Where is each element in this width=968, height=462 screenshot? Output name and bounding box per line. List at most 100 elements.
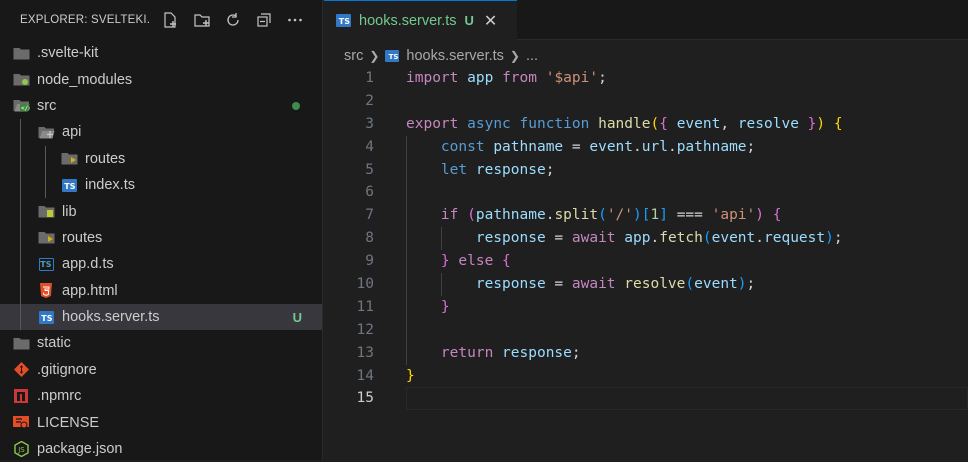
explorer-item-label: static	[37, 335, 71, 352]
code-token: (	[702, 230, 712, 247]
code-line: 9 } else {	[324, 250, 968, 273]
routes-folder-icon	[37, 230, 55, 246]
line-number: 9	[365, 253, 374, 270]
code-line: 14}	[324, 365, 968, 388]
explorer-item-npmrc[interactable]: .npmrc	[0, 383, 322, 409]
license-icon	[12, 415, 30, 431]
code-token: [	[641, 207, 651, 224]
code-token: )	[825, 230, 834, 247]
explorer-item-routes[interactable]: routes	[0, 225, 322, 251]
node-folder-icon	[12, 72, 30, 88]
explorer-item-package-json[interactable]: JS package.json	[0, 436, 322, 462]
indent-guide	[20, 119, 21, 331]
code-token: ===	[667, 207, 712, 224]
line-number: 1	[365, 70, 374, 86]
line-number: 10	[356, 276, 374, 293]
code-line: 11 }	[324, 296, 968, 319]
code-token: (	[685, 276, 695, 293]
indent-guide	[45, 145, 46, 199]
npm-icon	[12, 388, 30, 404]
code-text	[406, 387, 968, 411]
new-file-icon[interactable]	[160, 10, 180, 30]
code-token: .	[667, 138, 677, 155]
explorer-item-svelte-kit[interactable]: .svelte-kit	[0, 40, 322, 66]
code-token: ,	[720, 115, 738, 132]
explorer-item-gitignore[interactable]: .gitignore	[0, 357, 322, 383]
code-text: import app from '$api';	[406, 67, 968, 90]
breadcrumb-file[interactable]: hooks.server.ts	[406, 48, 504, 64]
code-text: return response;	[406, 342, 968, 365]
line-number: 13	[356, 344, 374, 361]
code-editor[interactable]: 1 import app from '$api'; 2 3 export async f…	[324, 67, 968, 411]
typescript-icon: TS	[60, 177, 78, 193]
code-token: event	[694, 276, 738, 293]
code-token: ;	[833, 230, 843, 247]
code-token: let	[440, 161, 468, 178]
code-text: }	[406, 296, 968, 319]
close-icon[interactable]: ✕	[484, 11, 497, 31]
code-token: export	[406, 115, 459, 132]
breadcrumb-folder[interactable]: src	[344, 48, 363, 64]
code-token: url	[641, 138, 668, 155]
new-folder-icon[interactable]	[192, 10, 212, 30]
explorer-item-index-ts[interactable]: TS index.ts	[0, 172, 322, 198]
explorer-item-api[interactable]: api	[0, 119, 322, 145]
explorer-item-static[interactable]: static	[0, 330, 322, 356]
code-line: 10 response = await resolve(event);	[324, 273, 968, 296]
code-token: 'api'	[711, 207, 756, 224]
folder-icon	[12, 335, 30, 351]
chevron-right-icon: ❯	[509, 49, 520, 63]
explorer-item-lib[interactable]: lib	[0, 198, 322, 224]
explorer-item-label: node_modules	[37, 71, 133, 88]
code-token: '/'	[606, 207, 634, 224]
code-token: request	[764, 230, 826, 247]
code-token: const	[440, 138, 485, 155]
folder-icon	[12, 45, 30, 61]
code-text: let response;	[406, 159, 968, 182]
explorer-item-hooks-server-ts[interactable]: TS hooks.server.ts U	[0, 303, 322, 331]
code-token: ;	[746, 276, 756, 293]
code-token: {	[659, 115, 668, 132]
code-line: 12	[324, 319, 968, 342]
refresh-icon[interactable]	[223, 10, 243, 30]
tab-hooks-server-ts[interactable]: TS hooks.server.ts U ✕	[324, 0, 517, 40]
code-line: 3 export async function handle({ event, r…	[324, 113, 968, 136]
explorer-item-app-html[interactable]: app.html	[0, 278, 322, 304]
code-line: 1 import app from '$api';	[324, 67, 968, 90]
explorer-item-src[interactable]: </> src	[0, 93, 322, 119]
code-token: event	[589, 138, 634, 155]
code-token: )	[633, 207, 642, 224]
code-token: event	[711, 230, 756, 247]
explorer-item-node-modules[interactable]: node_modules	[0, 66, 322, 92]
code-token: import	[406, 70, 459, 86]
code-token: (	[467, 207, 476, 224]
explorer-item-label: app.html	[62, 282, 118, 299]
code-token: 1	[650, 207, 660, 224]
code-token: response	[502, 344, 572, 361]
code-token: }	[440, 298, 450, 315]
code-token: =	[563, 138, 590, 155]
explorer-item-app-d-ts[interactable]: TS app.d.ts	[0, 251, 322, 277]
code-line: 15	[324, 387, 968, 411]
explorer-sidebar: EXPLORER: SVELTEKI... .svelte-kit node_mo…	[0, 0, 323, 460]
code-token: )	[755, 207, 765, 224]
explorer-item-routes[interactable]: routes	[0, 146, 322, 172]
code-token: split	[554, 207, 599, 224]
breadcrumb-more[interactable]: ...	[526, 48, 538, 64]
collapse-all-icon[interactable]	[254, 10, 274, 30]
typescript-icon: TS	[385, 50, 400, 62]
code-token: else	[458, 253, 494, 270]
more-icon[interactable]	[285, 10, 305, 30]
explorer-item-label: app.d.ts	[62, 256, 114, 273]
explorer-item-label: api	[62, 124, 82, 141]
line-number: 6	[365, 184, 374, 201]
code-token: resolve	[624, 276, 686, 293]
code-token: if	[440, 207, 459, 224]
explorer-item-license[interactable]: LICENSE	[0, 409, 322, 435]
